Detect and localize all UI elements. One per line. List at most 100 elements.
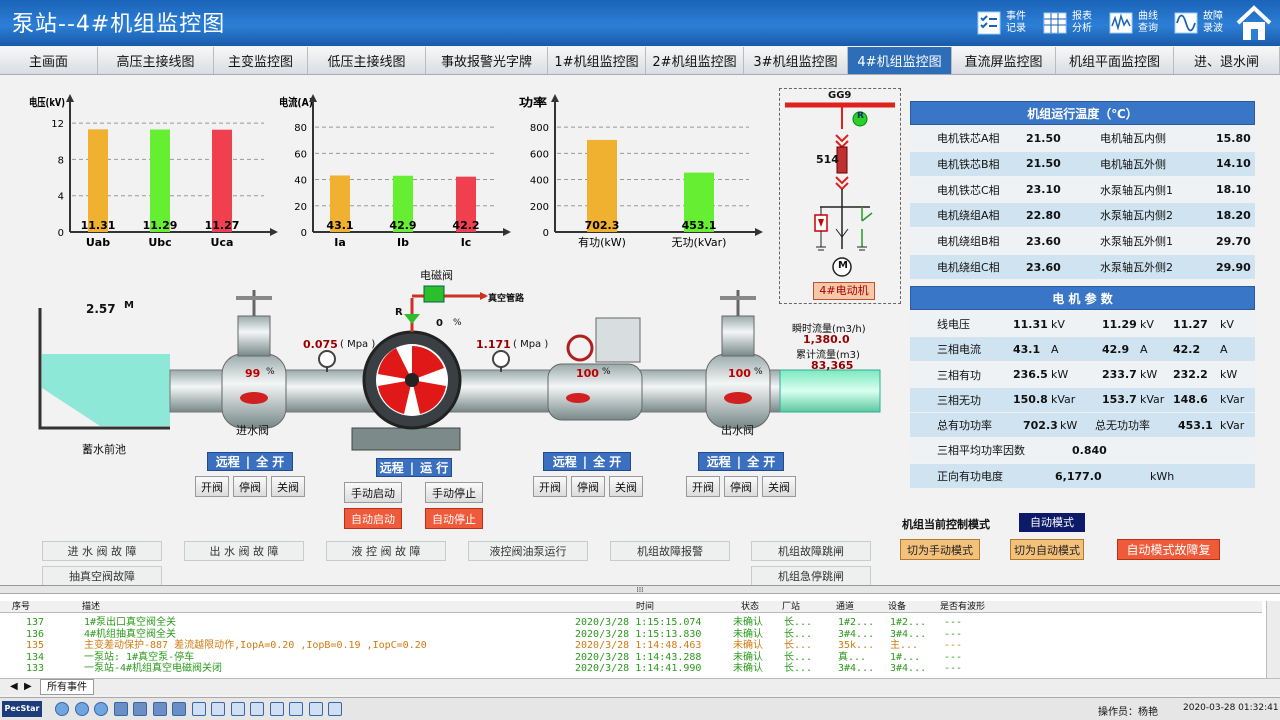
report-analysis-button[interactable]: 报表 分析 bbox=[1042, 5, 1092, 41]
unit: kW bbox=[1060, 418, 1078, 432]
print-icon[interactable] bbox=[133, 702, 147, 716]
auto-stop-button[interactable]: 自动停止 bbox=[425, 508, 483, 529]
state-label: 全 开 bbox=[256, 455, 285, 469]
hydraulic-close-button[interactable]: 关阀 bbox=[609, 476, 643, 497]
switch-manual-button[interactable]: 切为手动模式 bbox=[900, 539, 980, 560]
inlet-open-button[interactable]: 开阀 bbox=[195, 476, 229, 497]
hydraulic-open-button[interactable]: 开阀 bbox=[533, 476, 567, 497]
back-icon[interactable] bbox=[55, 702, 69, 716]
event-cell-station: 长... bbox=[784, 640, 813, 652]
zoom-fit-icon[interactable] bbox=[250, 702, 264, 716]
temp-label: 电机铁芯C相 bbox=[937, 183, 1000, 197]
curve-query-button[interactable]: 曲线 查询 bbox=[1108, 5, 1158, 41]
column-header[interactable]: 厂站 bbox=[782, 601, 800, 613]
tab-10[interactable]: 机组平面监控图 bbox=[1056, 47, 1174, 74]
find-icon[interactable] bbox=[328, 702, 342, 716]
column-header[interactable]: 通道 bbox=[836, 601, 854, 613]
splitter[interactable]: ⁞⁞⁞ bbox=[0, 586, 1280, 594]
inlet-close-button[interactable]: 关阀 bbox=[271, 476, 305, 497]
solenoid-valve bbox=[404, 285, 488, 332]
temp-row: 电机绕组C相 23.60 水泵轴瓦外侧2 29.90 bbox=[910, 255, 1255, 279]
save-icon[interactable] bbox=[152, 702, 167, 716]
tab-prev-icon[interactable]: ◀ bbox=[10, 681, 18, 692]
event-cell-station: 长... bbox=[784, 628, 813, 640]
toolbar-label: 故障 bbox=[1203, 11, 1223, 22]
event-cell-wave: --- bbox=[944, 628, 963, 640]
tab-4[interactable]: 事故报警光字牌 bbox=[426, 47, 548, 74]
fault-recording-button[interactable]: 故障 录波 bbox=[1173, 5, 1223, 41]
event-log-button[interactable]: 事件 记录 bbox=[976, 5, 1026, 41]
tab-next-icon[interactable]: ▶ bbox=[24, 681, 32, 692]
param-value: 11.29 bbox=[1102, 317, 1137, 331]
hydraulic-stop-button[interactable]: 停阀 bbox=[571, 476, 605, 497]
power-factor-label: 三相平均功率因数 bbox=[937, 444, 1025, 457]
solenoid-label: 电磁阀 bbox=[420, 269, 453, 282]
manual-stop-button[interactable]: 手动停止 bbox=[425, 482, 483, 503]
inlet-stop-button[interactable]: 停阀 bbox=[233, 476, 267, 497]
table-icon bbox=[1043, 12, 1067, 34]
home-icon[interactable] bbox=[113, 702, 128, 716]
document-icon[interactable] bbox=[172, 702, 186, 716]
home-icon[interactable] bbox=[1234, 3, 1274, 46]
column-header[interactable]: 状态 bbox=[741, 601, 759, 613]
outlet-stop-button[interactable]: 停阀 bbox=[724, 476, 758, 497]
data-label: 43.1 bbox=[326, 219, 353, 232]
zoom-out-icon[interactable] bbox=[230, 702, 245, 716]
event-scrollbar[interactable] bbox=[1266, 601, 1280, 679]
voltage-bar-chart: 电压(kV) 0 4 8 12 11.31 Uab 11.29 Ubc 11.27 Uca bbox=[29, 94, 278, 249]
zoom-reset-icon[interactable] bbox=[269, 702, 284, 716]
outlet-close-button[interactable]: 关阀 bbox=[762, 476, 796, 497]
manual-start-button[interactable]: 手动启动 bbox=[344, 482, 402, 503]
temp-row: 电机铁芯A相 21.50 电机轴瓦内侧 15.80 bbox=[910, 126, 1255, 150]
forward-icon[interactable] bbox=[74, 702, 89, 716]
y-tick-label: 0 bbox=[58, 228, 64, 239]
auto-start-button[interactable]: 自动启动 bbox=[344, 508, 402, 529]
column-header[interactable]: 描述 bbox=[82, 601, 100, 613]
column-header[interactable]: 设备 bbox=[888, 601, 906, 613]
event-row[interactable]: 134 一泵站: 1#真空泵-停车 2020/3/28 1:14:43.288 未确认… bbox=[0, 652, 1262, 663]
event-cell-id: 134 bbox=[26, 651, 45, 663]
tab-6[interactable]: 2#机组监控图 bbox=[646, 47, 744, 74]
fault-indicator: 机组急停跳闸 bbox=[751, 566, 871, 586]
unit: kVar bbox=[1140, 393, 1165, 407]
folder-icon[interactable] bbox=[191, 702, 206, 716]
column-header[interactable]: 时间 bbox=[636, 601, 654, 613]
tab-9[interactable]: 直流屏监控图 bbox=[952, 47, 1056, 74]
temp-value: 21.50 bbox=[1026, 131, 1061, 145]
column-header[interactable]: 序号 bbox=[12, 601, 30, 613]
event-cell-dev: 3#4... bbox=[890, 663, 927, 675]
tab-5[interactable]: 1#机组监控图 bbox=[548, 47, 646, 74]
tab-0[interactable]: 主画面 bbox=[0, 47, 98, 74]
auto-mode-fault-reset-button[interactable]: 自动模式故障复 bbox=[1117, 539, 1220, 560]
tab-all-events[interactable]: 所有事件 bbox=[40, 679, 94, 695]
temp-value: 22.80 bbox=[1026, 208, 1061, 222]
unit: kV bbox=[1220, 317, 1234, 331]
tab-8[interactable]: 4#机组监控图 bbox=[848, 47, 952, 74]
event-row[interactable]: 136 4#机组抽真空阀全关 2020/3/28 1:15:13.830 未确认 长..… bbox=[0, 629, 1262, 640]
column-header[interactable]: 是否有波形 bbox=[940, 601, 985, 613]
outlet-pressure-value: 1.171 bbox=[476, 338, 511, 351]
event-row[interactable]: 133 一泵站-4#机组真空电磁阀关闭 2020/3/28 1:14:41.990 未… bbox=[0, 663, 1262, 674]
zoom-in-icon[interactable] bbox=[211, 702, 225, 716]
toolbar-label: 记录 bbox=[1006, 23, 1026, 34]
user-icon[interactable] bbox=[94, 702, 108, 716]
outlet-open-button[interactable]: 开阀 bbox=[686, 476, 720, 497]
tab-1[interactable]: 高压主接线图 bbox=[98, 47, 214, 74]
tab-11[interactable]: 进、退水闸 bbox=[1174, 47, 1280, 74]
app-logo: PecStar bbox=[2, 701, 42, 717]
event-cell-desc: 4#机组抽真空阀全关 bbox=[84, 628, 177, 640]
unit: kW bbox=[1051, 368, 1069, 382]
zoom-region-icon[interactable] bbox=[289, 702, 303, 716]
state-label: 全 开 bbox=[747, 455, 776, 469]
event-cell-id: 137 bbox=[26, 617, 45, 628]
tab-3[interactable]: 低压主接线图 bbox=[308, 47, 426, 74]
switch-auto-button[interactable]: 切为自动模式 bbox=[1010, 539, 1084, 560]
param-value: 11.27 bbox=[1173, 317, 1208, 331]
temp-value: 14.10 bbox=[1216, 157, 1251, 171]
window-icon[interactable] bbox=[308, 702, 323, 716]
event-row[interactable]: 135 主变差动保护-887 差流越限动作,IopA=0.20 ,IopB=0.1… bbox=[0, 640, 1262, 651]
tab-2[interactable]: 主变监控图 bbox=[214, 47, 308, 74]
event-row[interactable]: 137 1#泵出口真空阀全关 2020/3/28 1:15:15.074 未确认 长..… bbox=[0, 617, 1262, 628]
tab-7[interactable]: 3#机组监控图 bbox=[744, 47, 848, 74]
temp-label: 电机铁芯A相 bbox=[937, 132, 1000, 145]
